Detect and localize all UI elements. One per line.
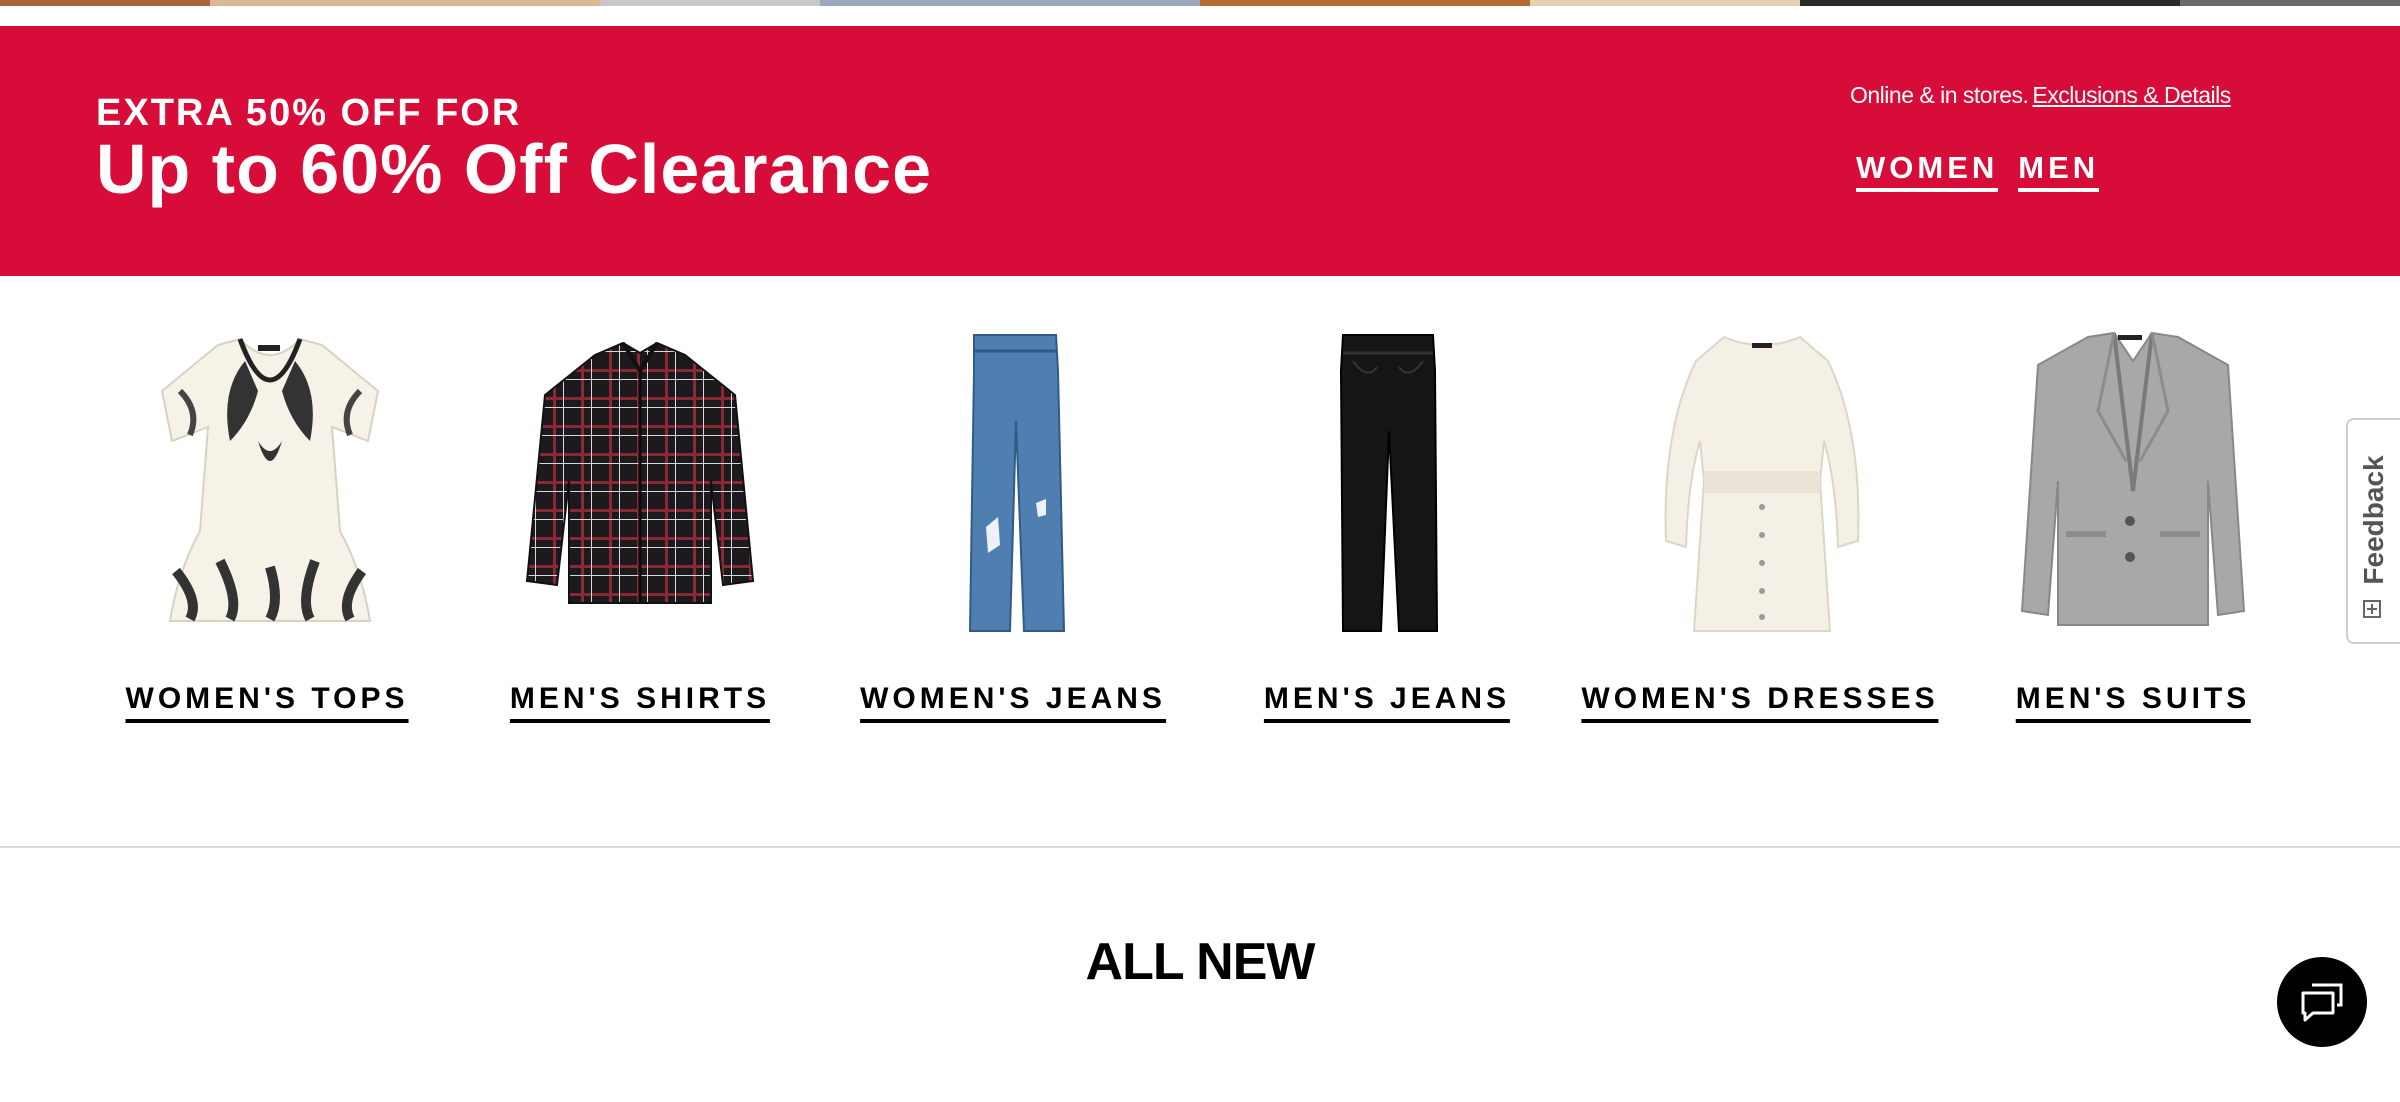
mens-jeans-icon[interactable] [1333,331,1443,641]
strip-segment [210,0,600,6]
promo-title: Up to 60% Off Clearance [96,130,932,208]
category-carousel: WOMEN'S TOPS MEN'S SHIRTS WOMEN'S JEANS … [0,276,2400,846]
section-heading: ALL NEW [1085,933,1316,991]
category-link-womens-tops[interactable]: WOMEN'S TOPS [125,682,409,723]
strip-segment [0,0,210,6]
exclusions-details-link[interactable]: Exclusions & Details [2032,82,2231,108]
strip-segment [2180,0,2400,6]
category-link-mens-shirts[interactable]: MEN'S SHIRTS [509,682,771,723]
top-image-strip [0,0,2400,6]
chat-button[interactable] [2277,957,2367,1047]
mens-suit-icon[interactable] [2018,331,2248,641]
promo-note: Online & in stores. Exclusions & Details [1850,82,2231,109]
strip-segment [1800,0,2180,6]
chat-bubbles-icon [2301,983,2343,1022]
womens-top-icon[interactable] [140,331,400,641]
category-link-mens-jeans[interactable]: MEN'S JEANS [1263,682,1511,723]
strip-segment [1200,0,1530,6]
promo-note-text: Online & in stores. [1850,82,2029,108]
feedback-tab[interactable]: Feedback [2346,418,2400,644]
section-divider [0,846,2400,848]
shop-women-link[interactable]: WOMEN [1856,150,1999,192]
promo-shop-links: WOMEN MEN [1856,150,2100,192]
feedback-label: Feedback [2358,455,2389,585]
shop-men-link[interactable]: MEN [2018,150,2100,192]
category-link-mens-suits[interactable]: MEN'S SUITS [2015,682,2251,723]
promo-banner: EXTRA 50% OFF FOR Up to 60% Off Clearanc… [0,26,2400,276]
womens-dress-icon[interactable] [1660,331,1864,641]
feedback-plus-icon [2363,600,2381,618]
strip-segment [820,0,1200,6]
womens-jeans-icon[interactable] [960,331,1070,641]
category-link-womens-jeans[interactable]: WOMEN'S JEANS [860,682,1166,723]
mens-shirt-icon[interactable] [515,331,765,641]
strip-segment [600,0,820,6]
strip-segment [1530,0,1800,6]
category-link-womens-dresses[interactable]: WOMEN'S DRESSES [1581,682,1939,723]
